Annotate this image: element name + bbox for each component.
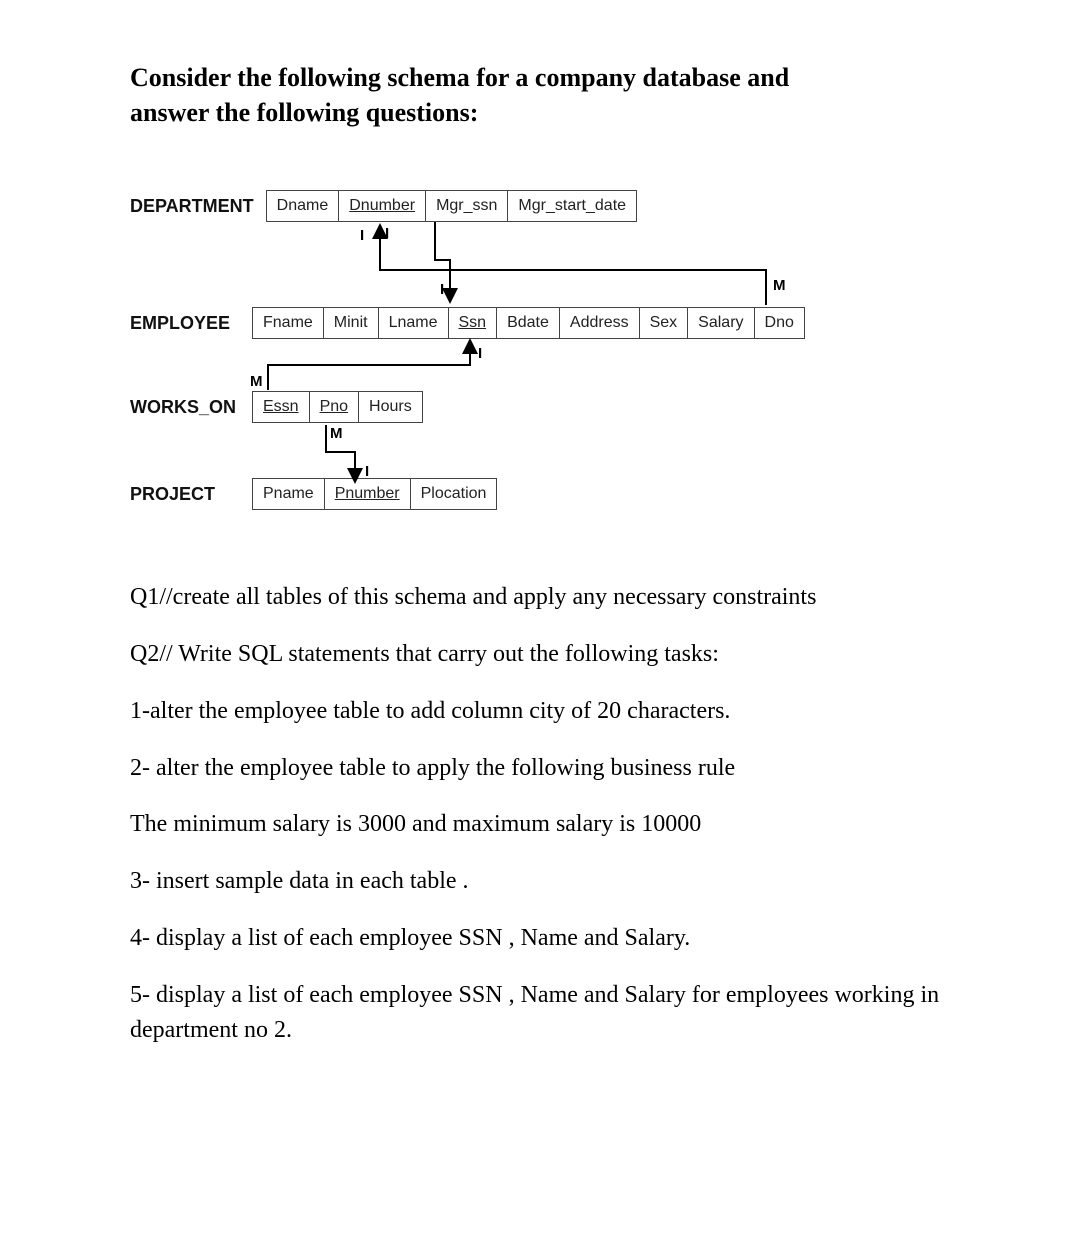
table-project: PROJECT Pname Pnumber Plocation bbox=[130, 478, 810, 510]
col: Dno bbox=[754, 307, 805, 339]
col: Hours bbox=[358, 391, 423, 423]
col: Minit bbox=[323, 307, 378, 339]
question-item: Q2// Write SQL statements that carry out… bbox=[130, 637, 960, 672]
col-key: Dnumber bbox=[338, 190, 425, 222]
col: Fname bbox=[252, 307, 323, 339]
col-key: Essn bbox=[252, 391, 309, 423]
question-item: The minimum salary is 3000 and maximum s… bbox=[130, 807, 960, 842]
col-key: Pnumber bbox=[324, 478, 410, 510]
question-item: 4- display a list of each employee SSN ,… bbox=[130, 921, 960, 956]
intro-line-1: Consider the following schema for a comp… bbox=[130, 63, 789, 92]
col: Bdate bbox=[496, 307, 559, 339]
table-name-employee: EMPLOYEE bbox=[130, 313, 252, 334]
question-item: 3- insert sample data in each table . bbox=[130, 864, 960, 899]
col: Mgr_start_date bbox=[507, 190, 637, 222]
question-item: Q1//create all tables of this schema and… bbox=[130, 580, 960, 615]
intro-line-2: answer the following questions: bbox=[130, 98, 478, 127]
col: Salary bbox=[687, 307, 753, 339]
table-name-works-on: WORKS_ON bbox=[130, 397, 252, 418]
col-key: Ssn bbox=[448, 307, 497, 339]
table-name-project: PROJECT bbox=[130, 484, 252, 505]
col: Sex bbox=[639, 307, 688, 339]
table-employee: EMPLOYEE Fname Minit Lname Ssn Bdate Add… bbox=[130, 307, 810, 339]
col-key: Pno bbox=[309, 391, 358, 423]
schema-diagram: DEPARTMENT Dname Dnumber Mgr_ssn Mgr_sta… bbox=[130, 190, 810, 510]
table-department: DEPARTMENT Dname Dnumber Mgr_ssn Mgr_sta… bbox=[130, 190, 810, 222]
question-item: 2- alter the employee table to apply the… bbox=[130, 751, 960, 786]
question-item: 1-alter the employee table to add column… bbox=[130, 694, 960, 729]
table-works-on: WORKS_ON Essn Pno Hours bbox=[130, 391, 810, 423]
intro-heading: Consider the following schema for a comp… bbox=[130, 60, 960, 130]
col: Address bbox=[559, 307, 639, 339]
table-name-department: DEPARTMENT bbox=[130, 196, 266, 217]
col: Mgr_ssn bbox=[425, 190, 507, 222]
col: Plocation bbox=[410, 478, 498, 510]
col: Pname bbox=[252, 478, 324, 510]
col: Lname bbox=[378, 307, 448, 339]
question-item: 5- display a list of each employee SSN ,… bbox=[130, 978, 960, 1048]
col: Dname bbox=[266, 190, 339, 222]
questions-block: Q1//create all tables of this schema and… bbox=[130, 580, 960, 1047]
